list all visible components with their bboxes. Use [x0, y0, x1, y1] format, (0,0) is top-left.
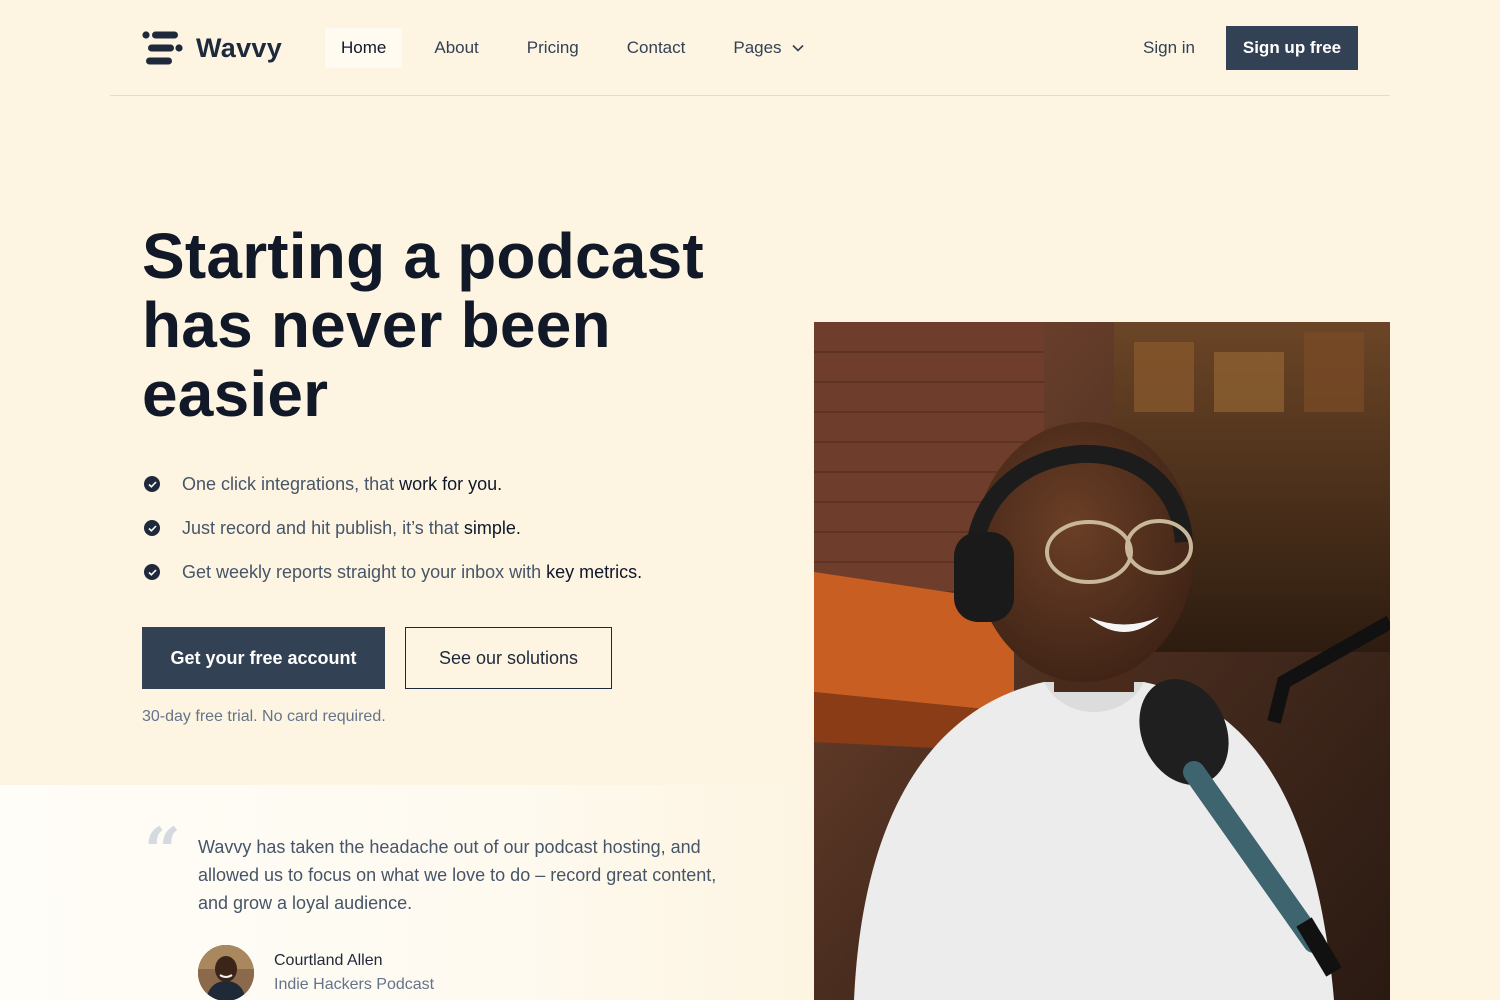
get-free-account-button[interactable]: Get your free account — [142, 627, 385, 689]
quote-icon: “ — [144, 814, 181, 889]
check-circle-icon — [144, 520, 160, 536]
chevron-down-icon — [791, 44, 804, 52]
check-circle-icon — [144, 564, 160, 580]
testimonial-author-name: Courtland Allen — [274, 952, 383, 969]
nav-item-contact[interactable]: Contact — [611, 28, 702, 68]
feature-item: Get weekly reports straight to your inbo… — [144, 550, 642, 594]
feature-text: One click integrations, that — [182, 473, 395, 494]
nav-item-about[interactable]: About — [418, 28, 494, 68]
main-nav: Home About Pricing Contact Pages — [325, 28, 836, 68]
feature-highlight: key metrics. — [546, 561, 643, 582]
avatar — [198, 945, 254, 1000]
trial-note: 30-day free trial. No card required. — [142, 708, 386, 725]
nav-item-home[interactable]: Home — [325, 28, 403, 68]
brand-logo[interactable]: Wavvy — [142, 30, 282, 66]
sign-in-link[interactable]: Sign in — [1143, 38, 1195, 58]
nav-item-pricing[interactable]: Pricing — [511, 28, 595, 68]
brand-name: Wavvy — [196, 32, 283, 63]
feature-highlight: simple. — [463, 517, 521, 538]
check-circle-icon — [144, 476, 160, 492]
hero-title: Starting a podcast has never been easier — [142, 220, 704, 430]
wavvy-logo-icon — [142, 31, 183, 65]
feature-item: Just record and hit publish, it’s that s… — [144, 506, 642, 550]
feature-text: Get weekly reports straight to your inbo… — [182, 561, 542, 582]
sign-up-button[interactable]: Sign up free — [1226, 26, 1358, 70]
testimonial-author-role: Indie Hackers Podcast — [274, 976, 435, 993]
nav-item-pages-label: Pages — [733, 38, 782, 57]
nav-item-pages[interactable]: Pages — [717, 28, 819, 68]
feature-item: One click integrations, that work for yo… — [144, 462, 642, 506]
site-header: Wavvy Home About Pricing Contact Pages S… — [110, 0, 1390, 96]
see-solutions-button[interactable]: See our solutions — [405, 627, 612, 689]
feature-text: Just record and hit publish, it’s that — [182, 517, 459, 538]
testimonial-quote: Wavvy has taken the headache out of our … — [198, 837, 717, 913]
hero-photo — [814, 322, 1390, 1000]
feature-highlight: work for you. — [399, 473, 503, 494]
feature-list: One click integrations, that work for yo… — [144, 462, 642, 594]
